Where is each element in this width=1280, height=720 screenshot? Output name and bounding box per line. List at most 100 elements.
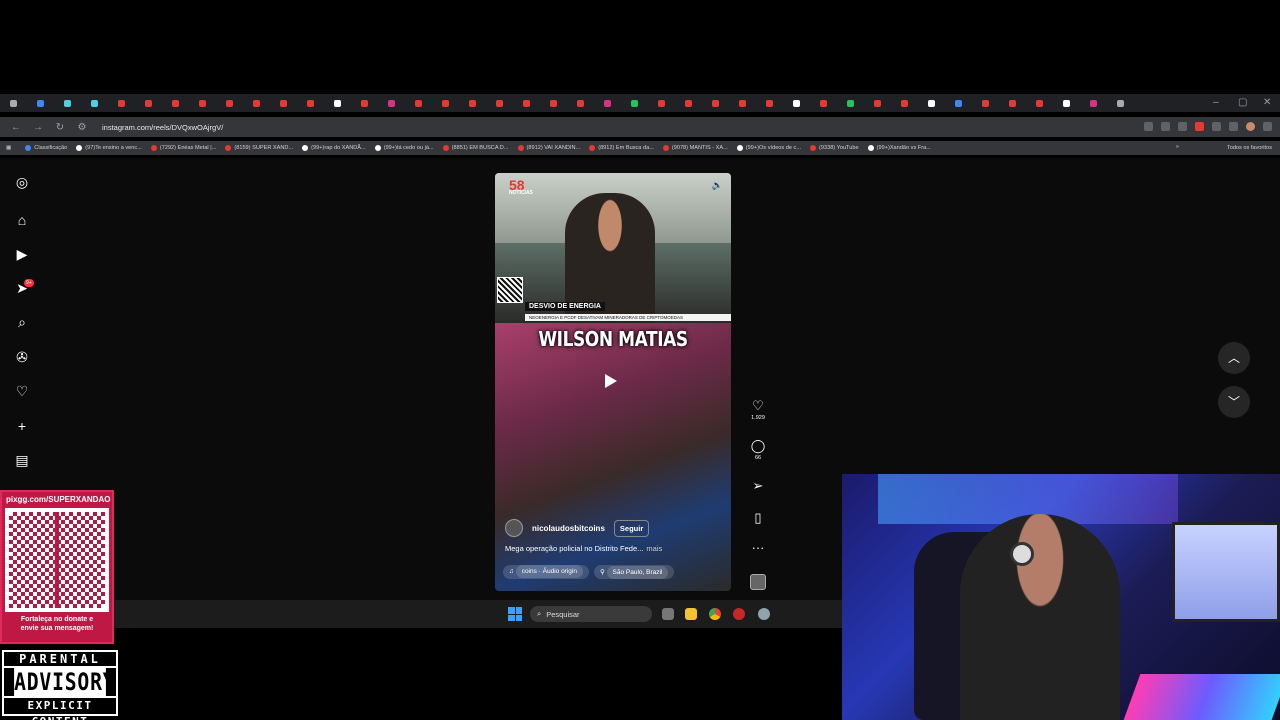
notifications-heart-icon[interactable]: ♡ [14,383,30,399]
browser-tab[interactable] [388,99,395,107]
browser-tab[interactable] [253,99,260,107]
maximize-icon[interactable]: ▢ [1238,97,1247,108]
previous-reel-button[interactable]: ︿ [1218,342,1250,374]
bookmark-item[interactable]: Classificação [25,145,67,151]
more-options-button[interactable]: ··· [745,540,771,555]
browser-tab[interactable] [550,99,557,107]
browser-tab[interactable] [766,99,773,107]
url-field[interactable]: instagram.com/reels/DVQxwOAjrgV/ [102,123,223,132]
like-button[interactable]: ♡ 1.929 [745,398,771,421]
close-window-icon[interactable]: ✕ [1263,97,1271,108]
extensions-puzzle-icon[interactable] [1212,122,1221,131]
bookmark-item[interactable]: (97)Te ensino a venc... [76,145,142,151]
dashboard-icon[interactable]: ▤ [14,452,30,468]
bookmark-item[interactable]: (99+)rap do XANDÃ... [302,145,366,151]
location-pill[interactable]: ⚲ São Paulo, Brazil [593,565,675,579]
browser-tab[interactable] [577,99,584,107]
share-button[interactable]: ➢ [745,478,771,494]
browser-tab[interactable] [631,99,638,107]
browser-tab[interactable] [1090,99,1097,107]
browser-tab[interactable] [901,99,908,107]
bookmarks-overflow-icon[interactable]: » [1176,144,1179,150]
browser-tab[interactable] [496,99,503,107]
site-info-icon[interactable]: ⚙ [76,122,88,133]
more-link[interactable]: mais [646,544,662,553]
browser-tab[interactable] [928,99,935,107]
reels-icon[interactable]: ▶ [14,246,30,262]
reload-icon[interactable]: ↻ [54,122,66,133]
browser-tab[interactable] [415,99,422,107]
mute-icon[interactable]: 🔈 [712,180,723,191]
browser-tab[interactable] [847,99,854,107]
browser-tab[interactable] [226,99,233,107]
reel-video[interactable]: 58 NOTÍCIAS DESVIO DE ENERGIA NEOENERGIA … [495,173,731,591]
comment-button[interactable]: ◯ 66 [745,438,771,461]
file-explorer-icon[interactable] [685,608,697,620]
windows-start-icon[interactable] [508,607,522,621]
browser-tab[interactable] [334,99,341,107]
all-bookmarks-folder[interactable]: Todos os favoritos [1227,145,1272,151]
bookmark-item[interactable]: (7292) Enéas Metal |... [150,145,216,151]
extension-icon[interactable] [1195,122,1204,131]
author-username[interactable]: nicolaudosbitcoins [532,524,605,533]
audio-pill[interactable]: ♫ coins · Áudio origin [503,565,589,579]
bookmark-item[interactable]: (99+)Xandão vs Fra... [867,145,931,151]
play-icon[interactable] [605,374,617,388]
browser-tab[interactable] [793,99,800,107]
task-view-icon[interactable] [662,608,674,620]
browser-tab[interactable] [739,99,746,107]
taskbar-search[interactable]: ⌕ Pesquisar [530,606,652,622]
next-reel-button[interactable]: ﹀ [1218,386,1250,418]
bookmark-item[interactable]: (9338) YouTube [810,145,859,151]
audio-thumbnail[interactable] [750,574,766,590]
forward-icon[interactable]: → [32,122,44,133]
app-icon[interactable] [733,608,745,620]
browser-tab[interactable] [712,99,719,107]
browser-tab[interactable] [955,99,962,107]
menu-kebab-icon[interactable] [1263,122,1272,131]
star-icon[interactable] [1178,122,1187,131]
bookmark-item[interactable]: (8851) EM BUSCA D... [442,145,509,151]
browser-tab[interactable] [280,99,287,107]
browser-tab[interactable] [442,99,449,107]
browser-tab[interactable] [37,99,44,107]
zoom-icon[interactable] [1161,122,1170,131]
settings-gear-icon[interactable] [758,608,770,620]
browser-tab[interactable] [658,99,665,107]
browser-tab[interactable] [64,99,71,107]
minimize-icon[interactable]: – [1213,97,1219,108]
create-plus-icon[interactable]: + [14,418,30,434]
home-icon[interactable]: ⌂ [14,212,30,228]
browser-tab[interactable] [982,99,989,107]
profile-avatar[interactable] [1246,122,1255,131]
author-avatar[interactable] [505,519,523,537]
bookmark-item[interactable]: (99+)tá cedo ou já... [374,145,434,151]
chrome-icon[interactable] [709,608,721,620]
browser-tab[interactable] [1036,99,1043,107]
browser-tab[interactable] [307,99,314,107]
save-button[interactable]: ▯ [745,510,771,526]
explore-compass-icon[interactable]: ✇ [14,349,30,365]
browser-tab[interactable] [1117,99,1124,107]
browser-tab[interactable] [1063,99,1070,107]
bookmark-item[interactable]: (8159) SUPER XAND... [225,145,293,151]
follow-button[interactable]: Seguir [613,519,650,537]
bookmark-item[interactable]: (99+)Os vídeos de c... [736,145,801,151]
instagram-logo-icon[interactable]: ◎ [14,174,30,190]
browser-tab[interactable] [199,99,206,107]
browser-tab[interactable] [523,99,530,107]
bookmark-item[interactable]: (8912) Em Busca da... [589,145,654,151]
browser-tab[interactable] [820,99,827,107]
browser-tab[interactable] [874,99,881,107]
browser-tab[interactable] [469,99,476,107]
browser-tab[interactable] [1009,99,1016,107]
browser-tab[interactable] [361,99,368,107]
browser-tab[interactable] [118,99,125,107]
browser-tab[interactable] [685,99,692,107]
install-icon[interactable] [1144,122,1153,131]
browser-tab[interactable] [91,99,98,107]
search-icon[interactable]: ⌕ [14,314,30,330]
browser-tab[interactable] [172,99,179,107]
browser-tab[interactable] [10,99,17,107]
bookmark-item[interactable]: (8912) VAI XANDIN... [517,145,580,151]
